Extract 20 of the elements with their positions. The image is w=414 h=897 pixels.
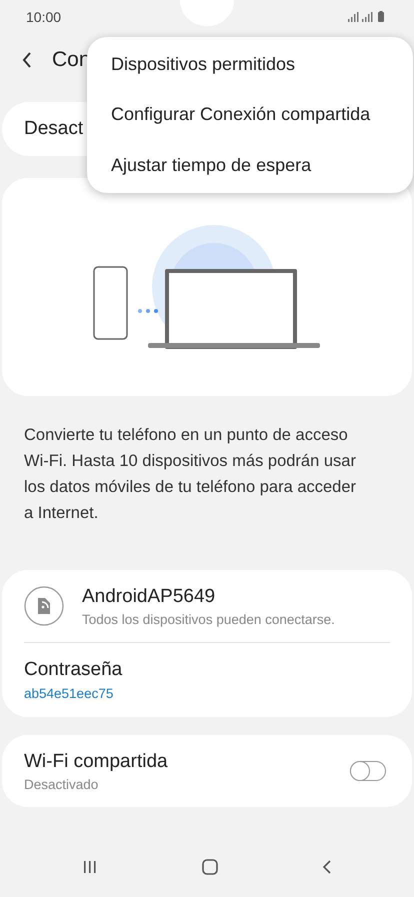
password-row[interactable]: Contraseña ab54e51eec75 (24, 643, 390, 717)
description-text: Convierte tu teléfono en un punto de acceso Wi-Fi. Hasta 10 dispositivos más podrán usar los datos móviles de tu teléfono para acceder a Internet. (24, 425, 358, 524)
switch-label: Desact (24, 118, 84, 140)
network-subtitle: Todos los dispositivos pueden conectarse. (82, 612, 335, 626)
password-value: ab54e51eec75 (24, 686, 114, 701)
wifi-sharing-card[interactable]: Wi-Fi compartida Desactivado (2, 735, 412, 807)
recent-apps-button[interactable] (82, 860, 98, 874)
menu-item[interactable]: Configurar Conexión compartida (87, 90, 413, 140)
back-nav-button[interactable] (322, 859, 332, 875)
wifi-sharing-label: Wi-Fi compartida (24, 750, 168, 772)
status-time: 10:00 (26, 9, 62, 25)
home-button[interactable] (200, 858, 219, 876)
network-name: AndroidAP5649 (82, 586, 216, 608)
hotspot-icon (24, 586, 64, 626)
toggle-switch[interactable] (350, 761, 386, 781)
menu-item[interactable]: Ajustar tiempo de espera (87, 140, 413, 190)
menu-item[interactable]: Dispositivos permitidos (87, 39, 413, 90)
network-name-row[interactable]: AndroidAP5649 Todos los dispositivos pueden conectarse. (24, 570, 390, 642)
password-label: Contraseña (24, 659, 124, 681)
wifi-sharing-status: Desactivado (24, 776, 100, 792)
